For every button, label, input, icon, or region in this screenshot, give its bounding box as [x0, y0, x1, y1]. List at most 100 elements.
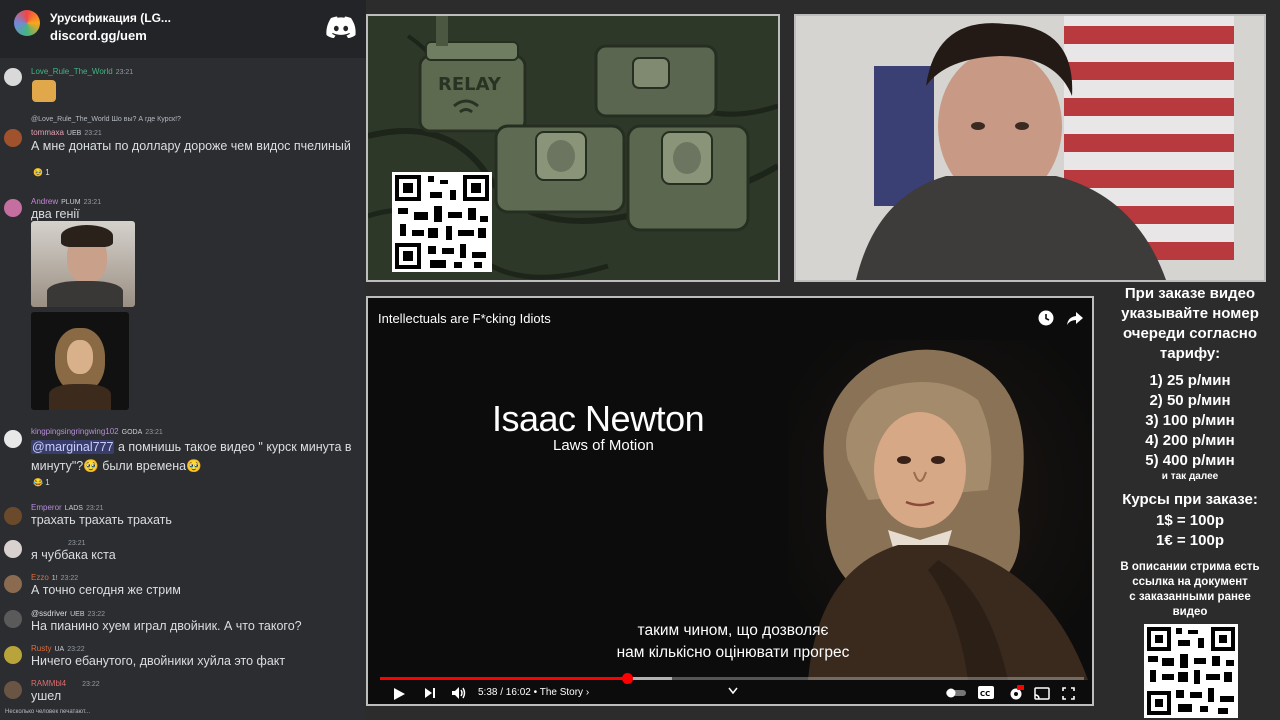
exchange-rates: 1$ = 100р 1€ = 100р — [1100, 511, 1280, 551]
avatar — [4, 430, 22, 448]
discord-header: Урусификация (LG... discord.gg/uem — [0, 0, 366, 58]
discord-logo-icon — [326, 16, 356, 38]
reply-preview[interactable]: @Love_Rule_The_World Шо вы? А где Курск!… — [31, 116, 181, 123]
message-header: Ezzo 1! 23:22 — [31, 573, 78, 582]
chevron-down-icon[interactable] — [728, 687, 738, 695]
message-text: Ничего ебанутого, двойники хуйла это фак… — [31, 654, 286, 668]
avatar — [4, 507, 22, 525]
message-text: А точно сегодня же стрим — [31, 583, 181, 597]
timestamp: 23:21 — [115, 69, 134, 76]
message-header: kingpingsingringwing102 GODA 23:21 — [31, 427, 163, 436]
username[interactable]: Andrew — [31, 197, 58, 206]
video-title[interactable]: Intellectuals are F*cking Idiots — [378, 311, 551, 326]
timestamp: 23:21 — [83, 199, 102, 206]
message-header: tommaxa UEB 23:21 — [31, 128, 102, 137]
relay-label: RELAY — [438, 74, 502, 95]
timestamp: 23:21 — [68, 540, 86, 547]
time-elapsed: 5:38 / 16:02 — [478, 687, 531, 698]
fullscreen-icon[interactable] — [1062, 687, 1075, 700]
username[interactable]: RAMMbl4 — [31, 679, 66, 688]
doge-sticker — [32, 80, 56, 102]
rate-item: 1$ = 100р — [1156, 512, 1224, 529]
webcam-feed — [796, 16, 1264, 280]
username[interactable]: Rusty — [31, 644, 51, 653]
progress-scrubber[interactable] — [622, 673, 634, 684]
next-icon[interactable] — [424, 687, 436, 699]
message-header: Rusty UA 23:22 — [31, 644, 85, 653]
qr-code[interactable] — [392, 172, 492, 272]
avatar — [4, 129, 22, 147]
message-text: На пианино хуем играл двойник. А что так… — [31, 619, 302, 633]
typing-indicator: Несколько человек печатают... — [5, 709, 90, 715]
slide-heading: Isaac Newton — [492, 398, 705, 439]
webcam-panel — [794, 14, 1266, 282]
play-icon[interactable] — [392, 687, 406, 701]
user-tag: UEB — [70, 611, 85, 618]
user-tag: LADS — [64, 505, 83, 512]
tariff-item: 2) 50 р/мин — [1149, 392, 1231, 409]
user-tag: UA — [54, 646, 65, 653]
tariff-item: 5) 400 р/мин — [1145, 452, 1235, 469]
reaction[interactable]: 😂 1 — [33, 478, 50, 487]
tariff-item: 1) 25 р/мин — [1149, 372, 1231, 389]
reaction[interactable]: 🥹 1 — [33, 168, 50, 177]
rates-title: Курсы при заказе: — [1122, 491, 1258, 508]
timestamp: 23:21 — [85, 505, 104, 512]
message-header: Andrew PLUM 23:21 — [31, 197, 101, 206]
volume-icon[interactable] — [452, 687, 466, 699]
message-list: Love_Rule_The_World 23:21 @Love_Rule_The_… — [0, 60, 366, 720]
order-instructions: При заказе видео указывайте номер очеред… — [1121, 285, 1259, 362]
youtube-video-player[interactable]: Intellectuals are F*cking Idiots Isaac N… — [366, 296, 1094, 706]
tariff-etc: и так далее — [1161, 471, 1219, 482]
document-note: В описании стрима есть ссылка на докумен… — [1120, 561, 1260, 618]
avatar — [4, 610, 22, 628]
progress-played — [380, 677, 628, 680]
timestamp: 23:22 — [60, 575, 79, 582]
qr-code[interactable] — [1144, 624, 1238, 718]
avatar — [4, 540, 22, 558]
gear-icon[interactable] — [1008, 685, 1024, 701]
avatar — [4, 681, 22, 699]
username[interactable]: Ezzo — [31, 573, 49, 582]
user-tag: GODA — [121, 429, 143, 436]
subtitle-line: нам кількісно оцінювати прогрес — [616, 644, 850, 661]
message-text: ушел — [31, 689, 62, 703]
user-mention[interactable]: @marginal777 — [31, 440, 115, 454]
message-text: трахать трахать трахать — [31, 513, 172, 527]
chapter-title[interactable]: • The Story › — [534, 687, 590, 698]
invite-link[interactable]: discord.gg/uem — [50, 28, 147, 43]
svg-text:CC: CC — [980, 690, 990, 698]
attached-webcam-image[interactable] — [31, 221, 135, 307]
user-tag: UEB — [66, 130, 82, 137]
avatar — [4, 68, 22, 86]
message-header: Emperor LADS 23:21 — [31, 503, 104, 512]
cast-icon[interactable] — [1034, 687, 1050, 700]
username[interactable]: Love_Rule_The_World — [31, 67, 113, 76]
message-header: RAMMbl4 23:22 — [31, 679, 100, 688]
watch-later-icon[interactable] — [1038, 310, 1054, 326]
server-name: Урусификация (LG... — [50, 11, 171, 25]
slide-subheading: Laws of Motion — [553, 437, 654, 454]
username[interactable]: kingpingsingringwing102 — [31, 427, 119, 436]
time-display: 5:38 / 16:02 • The Story › — [478, 687, 589, 698]
share-icon[interactable] — [1066, 309, 1084, 327]
avatar — [4, 199, 22, 217]
timestamp: 23:21 — [145, 429, 163, 436]
attached-portrait-image[interactable] — [31, 312, 129, 410]
timestamp: 23:22 — [82, 681, 100, 688]
tariff-item: 3) 100 р/мин — [1145, 412, 1235, 429]
rate-item: 1€ = 100р — [1156, 532, 1224, 549]
server-icon — [14, 10, 40, 36]
timestamp: 23:21 — [84, 130, 102, 137]
tariff-list: 1) 25 р/мин 2) 50 р/мин 3) 100 р/мин 4) … — [1100, 371, 1280, 471]
captions-icon[interactable]: CC — [978, 686, 994, 699]
progress-bar[interactable] — [380, 673, 1084, 684]
autoplay-toggle[interactable] — [946, 688, 966, 698]
avatar — [4, 575, 22, 593]
tariff-item: 4) 200 р/мин — [1145, 432, 1235, 449]
username[interactable]: tommaxa — [31, 128, 64, 137]
avatar — [4, 646, 22, 664]
username[interactable]: @ssdriver — [31, 609, 67, 618]
video-subtitles: таким чином, що дозволяє нам кількісно о… — [538, 620, 928, 664]
username[interactable]: Emperor — [31, 503, 62, 512]
